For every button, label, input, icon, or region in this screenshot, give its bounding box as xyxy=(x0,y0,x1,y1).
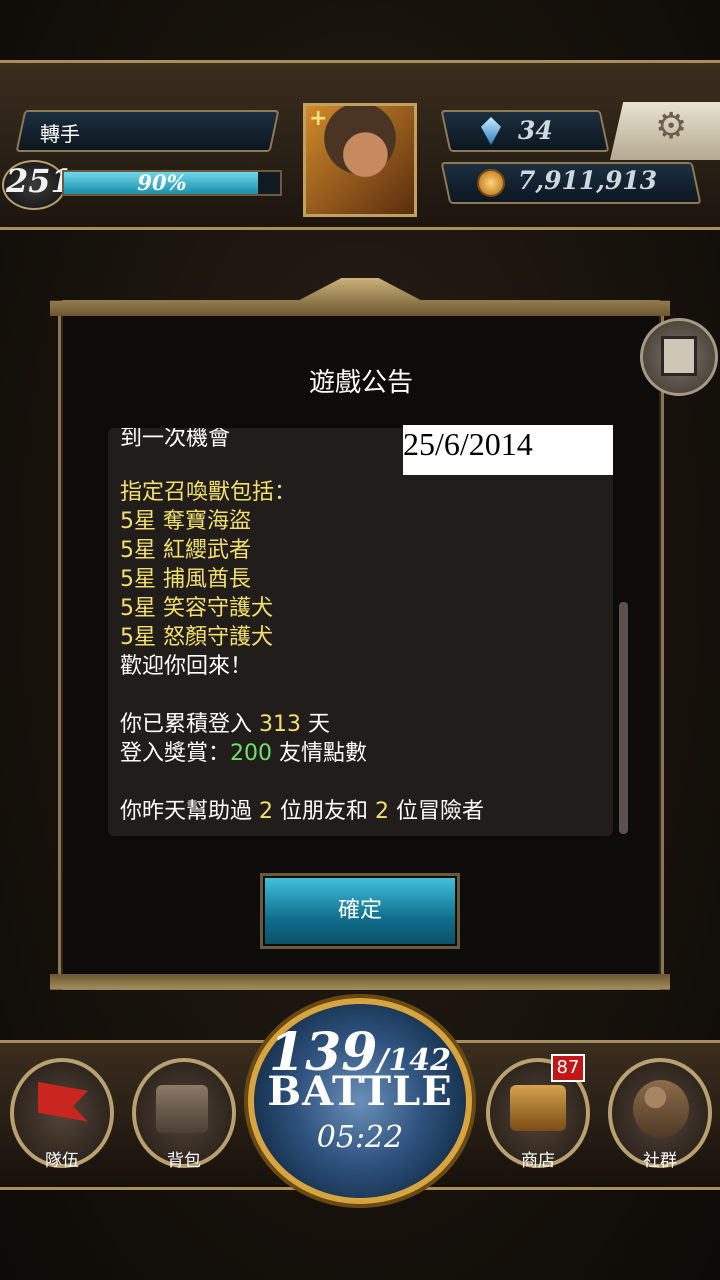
message-line: 5星 怒顏守護犬 xyxy=(120,625,273,650)
login-days-value: 313 xyxy=(259,712,301,737)
message-line-login-days: 你已累積登入 313 天 xyxy=(120,712,330,737)
player-name: 轉手 xyxy=(40,122,80,146)
helped-adventurers-value: 2 xyxy=(375,799,389,824)
message-cut-line: 到一次機會 xyxy=(120,428,231,451)
plus-icon: + xyxy=(309,106,328,131)
coin-icon xyxy=(477,169,505,197)
nav-team-label: 隊伍 xyxy=(45,1151,79,1171)
message-line: 歡迎你回來！ xyxy=(120,654,253,679)
message-line-helped: 你昨天幫助過 2 位朋友和 2 位冒險者 xyxy=(120,799,484,824)
message-body: 指定召喚獸包括： 5星 奪寶海盜 5星 紅纓武者 5星 捕風酋長 5星 笑容守護… xyxy=(120,478,484,826)
confirm-button[interactable]: 確定 xyxy=(260,873,460,949)
bag-icon xyxy=(156,1085,208,1133)
nav-social-label: 社群 xyxy=(643,1151,677,1171)
helped-friends-value: 2 xyxy=(259,799,273,824)
message-line: 5星 捕風酋長 xyxy=(120,567,251,592)
gem-count: 34 xyxy=(518,116,553,145)
message-line: 5星 紅纓武者 xyxy=(120,538,251,563)
announcement-message[interactable]: 到一次機會 指定召喚獸包括： 5星 奪寶海盜 5星 紅纓武者 5星 捕風酋長 5… xyxy=(108,428,613,836)
message-line: 5星 笑容守護犬 xyxy=(120,596,273,621)
reward-points-value: 200 xyxy=(230,741,273,766)
exp-percent: 90% xyxy=(137,170,187,195)
message-line: 5星 奪寶海盜 xyxy=(120,509,251,534)
gear-icon: ⚙ xyxy=(655,106,688,147)
battle-label: BATTLE xyxy=(267,1068,453,1115)
message-line-login-reward: 登入獎賞：200 友情點數 xyxy=(120,741,368,766)
nav-shop-label: 商店 xyxy=(521,1151,555,1171)
message-line: 指定召喚獸包括： xyxy=(120,480,297,505)
coin-count: 7,911,913 xyxy=(518,166,658,195)
nav-bag-label: 背包 xyxy=(167,1151,201,1171)
dialog-title: 遊戲公告 xyxy=(308,368,413,398)
message-scrollbar[interactable] xyxy=(619,602,628,834)
chest-icon xyxy=(510,1085,566,1131)
stamina-timer: 05:22 xyxy=(316,1120,404,1155)
date-stamp: 25/6/2014 xyxy=(403,425,613,475)
notice-tab-icon xyxy=(661,336,697,376)
social-icon xyxy=(633,1080,689,1138)
shop-notification-badge: 87 xyxy=(551,1054,585,1082)
